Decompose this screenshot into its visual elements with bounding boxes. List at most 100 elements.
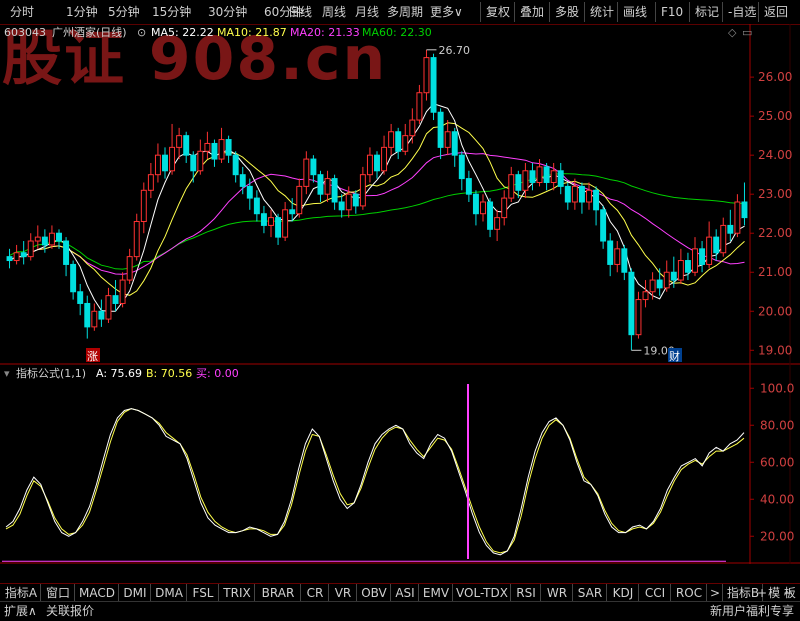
- indicator-tab-10[interactable]: OBV: [358, 584, 391, 602]
- candle-body: [430, 57, 437, 113]
- toolbar-divider: [584, 2, 585, 22]
- candle-body: [741, 201, 748, 219]
- indicator-tab-7[interactable]: BRAR: [256, 584, 301, 602]
- candle-body: [169, 146, 176, 172]
- related-quote-button[interactable]: 关联报价: [46, 603, 94, 620]
- ma60-value: MA60: 22.30: [362, 26, 432, 39]
- indicator-tab-0[interactable]: 指标A: [2, 584, 41, 602]
- candle-body: [607, 240, 614, 265]
- remove-tab-icon[interactable]: −: [778, 584, 798, 602]
- candle-body: [586, 189, 592, 203]
- price-tick-label: 25.00: [758, 109, 792, 123]
- candle-body: [670, 271, 677, 281]
- indicator-tick-label: 40.00: [760, 492, 794, 506]
- period-10[interactable]: 更多∨: [430, 3, 463, 21]
- indicator-tick-label: 80.00: [760, 418, 794, 432]
- candle-body: [366, 154, 373, 176]
- promo-link[interactable]: 新用户福利专享: [710, 603, 794, 620]
- candle-body: [656, 279, 663, 289]
- candle-body: [275, 217, 282, 238]
- candle-body: [27, 240, 34, 258]
- candle-body: [621, 248, 628, 273]
- indicator-tab-11[interactable]: ASI: [392, 584, 419, 602]
- price-tick-label: 23.00: [758, 187, 792, 201]
- candle-body: [571, 185, 578, 203]
- indicator-tab-15[interactable]: WR: [542, 584, 573, 602]
- indicator-tab-3[interactable]: DMI: [120, 584, 151, 602]
- indicator-tab-19[interactable]: ROC: [672, 584, 707, 602]
- diamond-icon[interactable]: ◇: [728, 24, 736, 42]
- candle-body: [154, 154, 161, 176]
- stock-code: 603043: [4, 26, 46, 39]
- indicator-tab-16[interactable]: SAR: [574, 584, 607, 602]
- candle-body: [543, 166, 550, 183]
- expand-button[interactable]: 扩展∧: [4, 603, 37, 620]
- indicator-tab-14[interactable]: RSI: [512, 584, 541, 602]
- toolbar-btn-7[interactable]: -自选: [728, 3, 756, 21]
- candle-body: [232, 154, 239, 176]
- rise-marker: 涨: [87, 350, 98, 363]
- candle-body: [77, 291, 84, 304]
- toolbar-btn-1[interactable]: 叠加: [520, 3, 544, 21]
- stock-name: 广州酒家(日线): [52, 26, 127, 39]
- toolbar-btn-3[interactable]: 统计: [590, 3, 614, 21]
- candle-body: [176, 135, 183, 148]
- indicator-tab-2[interactable]: MACD: [76, 584, 119, 602]
- candle-body: [614, 248, 621, 265]
- toolbar-divider: [722, 2, 723, 22]
- candle-body: [352, 193, 359, 207]
- indicator-tab-17[interactable]: KDJ: [608, 584, 639, 602]
- candle-body: [451, 131, 458, 156]
- candle-body: [324, 178, 331, 195]
- indicator-tab-6[interactable]: TRIX: [220, 584, 255, 602]
- candle-body: [550, 170, 557, 183]
- add-tab-icon[interactable]: +: [752, 584, 772, 602]
- candle-body: [162, 154, 168, 172]
- candle-body: [515, 174, 522, 191]
- candle-body: [529, 170, 536, 183]
- candle-body: [126, 256, 133, 281]
- toolbar-btn-8[interactable]: 返回: [764, 3, 788, 21]
- candle-body: [734, 201, 741, 234]
- indicator-tab-9[interactable]: VR: [330, 584, 357, 602]
- candle-body: [317, 174, 324, 195]
- candle-body: [91, 310, 98, 328]
- ma20-value: MA20: 21.33: [290, 26, 360, 39]
- indicator-collapse-icon[interactable]: ▾: [4, 367, 10, 380]
- collapse-icon[interactable]: ⊙: [137, 24, 146, 42]
- candle-body: [494, 217, 501, 230]
- chart-area[interactable]: 26.00 25.00 24.00 23.00 22.00 21.00 20.00 19.00…: [0, 24, 800, 564]
- candle-body: [522, 170, 529, 191]
- candle-body: [260, 213, 267, 226]
- indicator-tab-13[interactable]: VOL-TDX: [454, 584, 511, 602]
- candle-body: [98, 310, 105, 320]
- indicator-tab-20[interactable]: >: [708, 584, 723, 602]
- indicator-b-line: [5, 408, 745, 554]
- toolbar-divider: [655, 2, 656, 22]
- candle-body: [508, 174, 515, 199]
- expand-icon[interactable]: ▭: [742, 24, 752, 42]
- candle-body: [628, 271, 635, 336]
- toolbar-btn-0[interactable]: 复权: [486, 3, 510, 21]
- candle-body: [296, 185, 303, 215]
- indicator-tab-18[interactable]: CCI: [640, 584, 671, 602]
- toolbar-btn-2[interactable]: 多股: [555, 3, 579, 21]
- max-price-label: 26.70: [438, 44, 470, 57]
- period-9[interactable]: 多周期: [387, 3, 423, 21]
- indicator-tab-5[interactable]: FSL: [188, 584, 219, 602]
- candle-body: [197, 150, 204, 172]
- toolbar-btn-5[interactable]: F10: [661, 3, 683, 21]
- candle-body: [416, 92, 423, 121]
- indicator-tab-8[interactable]: CR: [302, 584, 329, 602]
- toolbar-btn-6[interactable]: 标记: [695, 3, 719, 21]
- indicator-tab-4[interactable]: DMA: [152, 584, 187, 602]
- candle-body: [472, 193, 479, 215]
- candle-body: [34, 236, 41, 242]
- indicator-tab-1[interactable]: 窗口: [42, 584, 75, 602]
- candle-body: [338, 201, 345, 211]
- indicator-tab-12[interactable]: EMV: [420, 584, 453, 602]
- indicator-tick-label: 100.0: [760, 381, 794, 395]
- candle-body: [692, 248, 698, 273]
- toolbar-btn-4[interactable]: 画线: [623, 3, 647, 21]
- candle-body: [480, 201, 486, 215]
